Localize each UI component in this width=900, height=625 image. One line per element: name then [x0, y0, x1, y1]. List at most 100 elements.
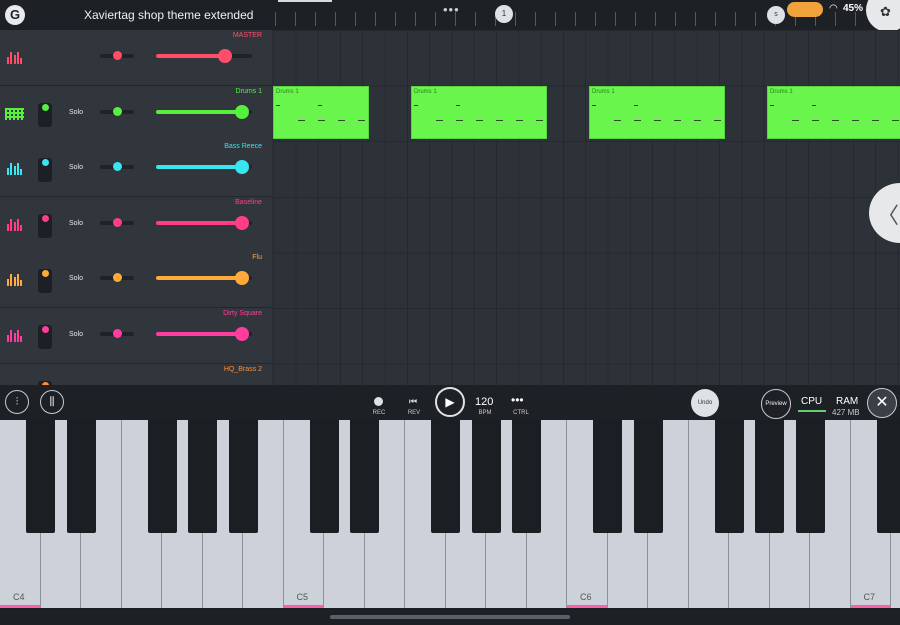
solo-button[interactable]: Solo — [69, 109, 83, 116]
tempo-value[interactable]: 120 — [475, 396, 493, 408]
project-title: Xaviertag shop theme extended — [84, 8, 254, 22]
ctrl-button[interactable]: ••• — [511, 393, 524, 407]
pan-knob[interactable] — [113, 106, 122, 116]
solo-button[interactable]: Solo — [69, 220, 83, 227]
mute-switch[interactable] — [38, 213, 52, 238]
channel-name[interactable]: Bass Reece — [224, 143, 262, 150]
clip-note — [436, 120, 443, 121]
black-key[interactable] — [512, 420, 541, 533]
app-logo-icon[interactable]: G — [5, 5, 25, 25]
volume-knob[interactable] — [235, 215, 250, 230]
pattern-clip[interactable]: Drums 1 — [767, 86, 900, 139]
mixer-button[interactable]: ⫶ — [5, 390, 29, 414]
black-key[interactable] — [755, 420, 784, 533]
black-key[interactable] — [309, 420, 339, 533]
channel-row[interactable]: Flu Solo — [0, 252, 272, 309]
channel-name[interactable]: MASTER — [233, 32, 262, 39]
volume-knob[interactable] — [235, 160, 250, 175]
volume-knob[interactable] — [235, 271, 250, 286]
channel-settings-icon: ⫼ — [49, 396, 55, 408]
volume-knob[interactable] — [235, 327, 250, 341]
black-key[interactable] — [471, 420, 501, 533]
volume-slider[interactable] — [156, 215, 252, 230]
scroll-marker[interactable]: s — [767, 6, 785, 24]
channel-row[interactable]: Dirty Square Solo — [0, 308, 272, 364]
rewind-icon[interactable]: ⏮ — [409, 396, 417, 407]
clip-note — [456, 120, 463, 121]
instrument-icon[interactable] — [7, 273, 23, 287]
fruit-menu-button[interactable]: ✿ — [866, 0, 900, 32]
black-key[interactable] — [350, 420, 379, 533]
pan-slider[interactable] — [100, 51, 134, 60]
home-indicator[interactable] — [330, 615, 570, 619]
pan-knob[interactable] — [113, 329, 122, 338]
channel-row[interactable]: HQ_Brass 2 — [0, 363, 272, 385]
black-key[interactable] — [147, 420, 177, 533]
chevron-left-icon: 〈 — [877, 203, 900, 228]
pan-slider[interactable] — [100, 273, 134, 283]
pan-knob[interactable] — [113, 51, 122, 60]
pattern-clip[interactable]: Drums 1 — [411, 86, 547, 139]
pan-slider[interactable] — [100, 162, 134, 172]
channel-row[interactable]: MASTER — [0, 30, 272, 86]
black-key[interactable] — [66, 420, 96, 533]
solo-button[interactable]: Solo — [69, 275, 83, 282]
channel-settings-button[interactable]: ⫼ — [40, 390, 64, 414]
pan-slider[interactable] — [100, 217, 134, 227]
channel-row[interactable]: Drums 1 Solo — [0, 85, 272, 142]
volume-slider[interactable] — [156, 160, 252, 175]
volume-slider[interactable] — [156, 49, 252, 63]
instrument-icon[interactable] — [7, 162, 23, 176]
black-key[interactable] — [188, 420, 217, 533]
close-button[interactable]: ✕ — [867, 388, 897, 418]
pan-knob[interactable] — [113, 217, 122, 227]
channel-name[interactable]: HQ_Brass 2 — [224, 366, 262, 373]
solo-button[interactable]: Solo — [69, 164, 83, 171]
channel-row[interactable]: Baseline Solo — [0, 196, 272, 253]
black-key[interactable] — [876, 420, 900, 533]
mute-switch[interactable] — [38, 158, 52, 183]
mute-switch[interactable] — [38, 269, 52, 294]
black-key[interactable] — [26, 420, 55, 533]
mute-switch[interactable] — [38, 325, 52, 349]
clip-note — [338, 120, 345, 121]
volume-slider[interactable] — [156, 104, 252, 119]
channel-name[interactable]: Flu — [252, 254, 262, 261]
volume-knob[interactable] — [218, 49, 233, 63]
black-key[interactable] — [633, 420, 663, 533]
volume-knob[interactable] — [235, 104, 250, 119]
song-position-marker[interactable]: 1 — [495, 5, 513, 23]
pattern-clip[interactable]: Drums 1 — [273, 86, 369, 139]
undo-button[interactable]: Undo — [691, 389, 719, 417]
volume-slider[interactable] — [156, 271, 252, 286]
channel-name[interactable]: Dirty Square — [223, 310, 262, 317]
volume-slider[interactable] — [156, 327, 252, 341]
pan-knob[interactable] — [113, 273, 122, 283]
black-key[interactable] — [795, 420, 825, 533]
preview-button[interactable]: Preview — [761, 389, 791, 419]
rev-label: REV — [407, 410, 421, 416]
channel-name[interactable]: Baseline — [235, 199, 262, 206]
pan-knob[interactable] — [113, 162, 122, 172]
black-key[interactable] — [431, 420, 460, 533]
instrument-icon[interactable] — [5, 107, 24, 120]
record-button[interactable] — [374, 397, 383, 406]
instrument-icon[interactable] — [7, 329, 23, 342]
playlist-grid[interactable]: Drums 1 Drums 1 Drums 1 Drums 1 — [273, 30, 900, 385]
pan-slider[interactable] — [100, 329, 134, 338]
play-button[interactable]: ▶ — [435, 387, 465, 417]
instrument-icon[interactable] — [7, 218, 23, 231]
pan-slider[interactable] — [100, 106, 134, 116]
solo-button[interactable]: Solo — [69, 331, 83, 338]
clip-note — [770, 105, 774, 106]
black-key[interactable] — [228, 420, 258, 533]
black-key[interactable] — [593, 420, 622, 533]
pattern-clip[interactable]: Drums 1 — [589, 86, 725, 139]
mute-switch[interactable] — [38, 102, 52, 127]
clip-note — [516, 120, 523, 121]
clip-note — [318, 105, 322, 106]
black-key[interactable] — [714, 420, 744, 533]
instrument-icon[interactable] — [7, 51, 23, 64]
channel-row[interactable]: Bass Reece Solo — [0, 141, 272, 198]
channel-name[interactable]: Drums 1 — [236, 88, 262, 95]
